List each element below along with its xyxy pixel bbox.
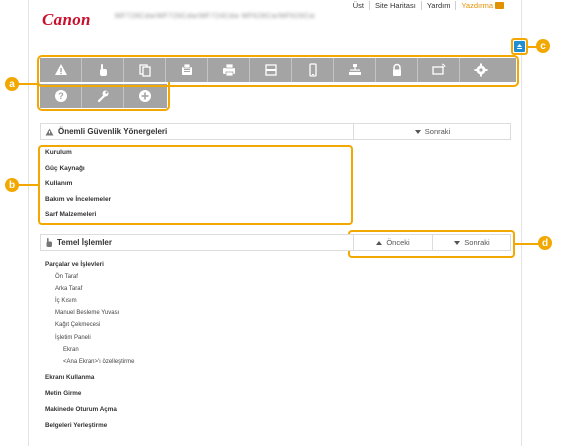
- list-item[interactable]: Makinede Oturum Açma: [45, 404, 135, 416]
- list-item[interactable]: Kağıt Çekmecesi: [45, 319, 135, 331]
- list-item[interactable]: Belgeleri Yerleştirme: [45, 420, 135, 432]
- section1-next-button[interactable]: Sonraki: [353, 124, 511, 139]
- list-item[interactable]: İç Kısım: [45, 295, 135, 307]
- section2-next-button[interactable]: Sonraki: [432, 235, 511, 250]
- list-item[interactable]: Arka Taraf: [45, 283, 135, 295]
- warning-icon: [45, 128, 54, 135]
- top-button-highlight: [511, 38, 528, 55]
- list-item[interactable]: Bakım ve İncelemeler: [45, 192, 111, 208]
- callout-d: d: [538, 236, 552, 250]
- chevron-up-icon: [376, 240, 383, 245]
- callout-d-line: [514, 243, 540, 245]
- hand-icon: [46, 238, 52, 247]
- chevron-down-icon: [454, 240, 461, 245]
- callout-b: b: [5, 178, 19, 192]
- top-links: Üst Site Haritası Yardım Yazdırma: [348, 1, 509, 10]
- section1-header: Önemli Güvenlik Yönergeleri Sonraki: [40, 123, 511, 140]
- print-icon: [495, 2, 504, 9]
- section2-title: Temel İşlemler: [57, 238, 112, 247]
- list-item[interactable]: İşletim Paneli: [45, 332, 135, 344]
- model-name: MF728Cdw/MF726Cdw/MF724Cdw MF628Cw/MF626…: [115, 13, 315, 20]
- list-item[interactable]: <Ana Ekran>'ı özelleştirme: [45, 356, 135, 368]
- section1-title: Önemli Güvenlik Yönergeleri: [58, 127, 168, 136]
- section1-list: Kurulum Güç Kaynağı Kullanım Bakım ve İn…: [45, 145, 111, 223]
- list-item[interactable]: Ön Taraf: [45, 271, 135, 283]
- canon-logo: Canon: [42, 10, 91, 29]
- section2-prev-button[interactable]: Önceki: [353, 235, 432, 250]
- list-item[interactable]: Ekran: [45, 344, 135, 356]
- link-help[interactable]: Yardım: [420, 1, 456, 10]
- list-item[interactable]: Kurulum: [45, 145, 111, 161]
- list-item[interactable]: Güç Kaynağı: [45, 161, 111, 177]
- list-item[interactable]: Ekranı Kullanma: [45, 372, 135, 384]
- chevron-down-icon: [414, 129, 421, 134]
- callout-b-line: [18, 184, 39, 186]
- callout-c: c: [536, 39, 550, 53]
- callout-a-line: [18, 83, 38, 85]
- list-item[interactable]: Sarf Malzemeleri: [45, 207, 111, 223]
- section2-header: Temel İşlemler Önceki Sonraki: [40, 234, 511, 251]
- callout-a: a: [5, 77, 19, 91]
- list-item[interactable]: Metin Girme: [45, 388, 135, 400]
- list-item[interactable]: Manuel Besleme Yuvası: [45, 307, 135, 319]
- toolbar-row2-highlight: [37, 82, 170, 111]
- list-item[interactable]: Kullanım: [45, 176, 111, 192]
- link-top[interactable]: Üst: [348, 1, 369, 10]
- print-link[interactable]: Yazdırma: [455, 1, 509, 10]
- section2-list: Parçalar ve İşlevleri Ön Taraf Arka Tara…: [45, 259, 135, 432]
- list-item[interactable]: Parçalar ve İşlevleri: [45, 259, 135, 271]
- link-sitemap[interactable]: Site Haritası: [368, 1, 421, 10]
